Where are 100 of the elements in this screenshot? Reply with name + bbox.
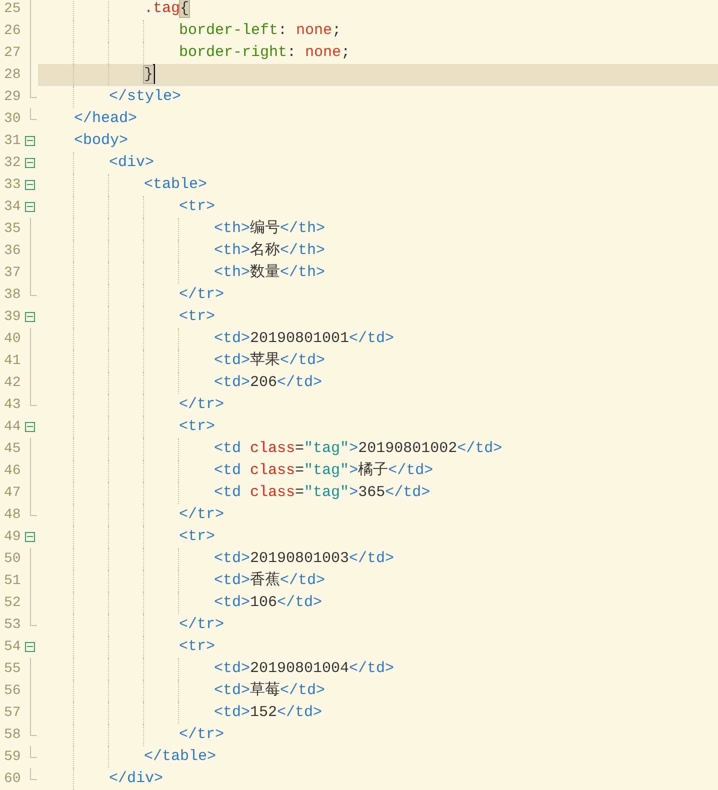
code-token: <td>	[214, 374, 250, 391]
code-token: >	[349, 462, 358, 479]
code-token: "tag"	[304, 440, 350, 457]
code-token: 橘子	[358, 462, 388, 479]
line-number: 30	[3, 111, 21, 127]
collapse-icon[interactable]	[25, 180, 35, 190]
code-token: 苹果	[250, 352, 280, 369]
code-token: <td>	[214, 704, 250, 721]
code-token: <td>	[214, 572, 250, 589]
code-token: </td>	[280, 572, 326, 589]
code-token: =	[295, 462, 304, 479]
code-token: class	[249, 484, 296, 501]
line-number: 36	[3, 243, 21, 259]
code-token: <tr>	[179, 308, 216, 325]
line-number: 26	[3, 23, 21, 39]
code-token: :	[278, 22, 288, 39]
code-token: </td>	[280, 352, 326, 369]
code-token: </td>	[457, 440, 502, 457]
text-cursor	[153, 64, 156, 84]
line-number: 35	[3, 221, 21, 237]
code-token: <td	[214, 440, 242, 457]
code-token: 20190801003	[250, 550, 350, 567]
code-token: 名称	[250, 242, 280, 259]
line-number: 48	[3, 507, 21, 523]
matched-bracket: {	[180, 0, 190, 17]
code-token: <tr>	[179, 198, 216, 215]
code-token: "tag"	[304, 462, 350, 479]
collapse-icon[interactable]	[25, 312, 35, 322]
code-token: <table>	[144, 176, 208, 193]
code-token: </tr>	[179, 616, 224, 633]
code-token: none	[305, 44, 342, 61]
collapse-icon[interactable]	[25, 158, 35, 168]
code-token: <tr>	[179, 418, 216, 435]
code-token: 106	[250, 594, 278, 611]
code-token: <tr>	[179, 638, 216, 655]
code-token: <th>	[214, 220, 250, 237]
code-token: </td>	[388, 462, 434, 479]
code-token: 数量	[250, 264, 280, 281]
code-token: >	[349, 484, 358, 501]
code-token: none	[296, 22, 332, 39]
line-number: 32	[3, 155, 21, 171]
line-number: 25	[3, 1, 21, 17]
code-token: class	[249, 440, 296, 457]
line-number: 56	[3, 683, 21, 699]
collapse-icon[interactable]	[25, 642, 35, 652]
code-token: </th>	[280, 242, 326, 259]
collapse-icon[interactable]	[25, 136, 35, 146]
line-number: 27	[3, 45, 21, 61]
code-token: 编号	[250, 220, 280, 237]
line-number: 46	[3, 463, 21, 479]
line-number: 57	[3, 705, 21, 721]
code-token: </table>	[144, 748, 216, 765]
code-token: 206	[250, 374, 278, 391]
collapse-icon[interactable]	[25, 202, 35, 212]
code-token: </th>	[280, 220, 326, 237]
code-token: 152	[250, 704, 278, 721]
code-token: </tr>	[179, 726, 224, 743]
line-number: 42	[3, 375, 21, 391]
code-token: 草莓	[250, 682, 280, 699]
matched-bracket: }	[144, 66, 154, 83]
code-token: <body>	[74, 132, 128, 149]
collapse-icon[interactable]	[25, 422, 35, 432]
code-token: </td>	[349, 660, 394, 677]
line-number: 34	[3, 199, 21, 215]
line-number: 37	[3, 265, 21, 281]
line-number: 43	[3, 397, 21, 413]
line-number: 38	[3, 287, 21, 303]
code-token: <td	[214, 484, 242, 501]
line-number: 47	[3, 485, 21, 501]
code-token: class	[249, 462, 296, 479]
code-token: <th>	[214, 264, 250, 281]
line-number: 60	[3, 771, 21, 787]
line-number: 28	[3, 67, 21, 83]
line-number: 29	[3, 89, 21, 105]
code-token: </tr>	[179, 506, 224, 523]
code-token: 20190801002	[358, 440, 458, 457]
line-number: 53	[3, 617, 21, 633]
line-number: 52	[3, 595, 21, 611]
line-number: 39	[3, 309, 21, 325]
code-token: </div>	[109, 770, 164, 787]
code-token: <tr>	[179, 528, 216, 545]
code-token: </td>	[280, 682, 326, 699]
code-token: ;	[341, 44, 350, 61]
code-token: <td>	[214, 550, 250, 567]
code-token: 20190801004	[250, 660, 350, 677]
code-token: .tag	[144, 0, 180, 17]
line-number: 59	[3, 749, 21, 765]
code-token: =	[295, 440, 304, 457]
line-number: 45	[3, 441, 21, 457]
line-number: 40	[3, 331, 21, 347]
collapse-icon[interactable]	[25, 532, 35, 542]
line-number: 54	[3, 639, 21, 655]
code-token: <td>	[214, 594, 250, 611]
line-number: 51	[3, 573, 21, 589]
line-number: 44	[3, 419, 21, 435]
code-token: 香蕉	[250, 572, 280, 589]
line-number: 31	[3, 133, 21, 149]
code-token: "tag"	[304, 484, 350, 501]
code-token: <td>	[214, 352, 250, 369]
code-token: <div>	[109, 154, 154, 171]
